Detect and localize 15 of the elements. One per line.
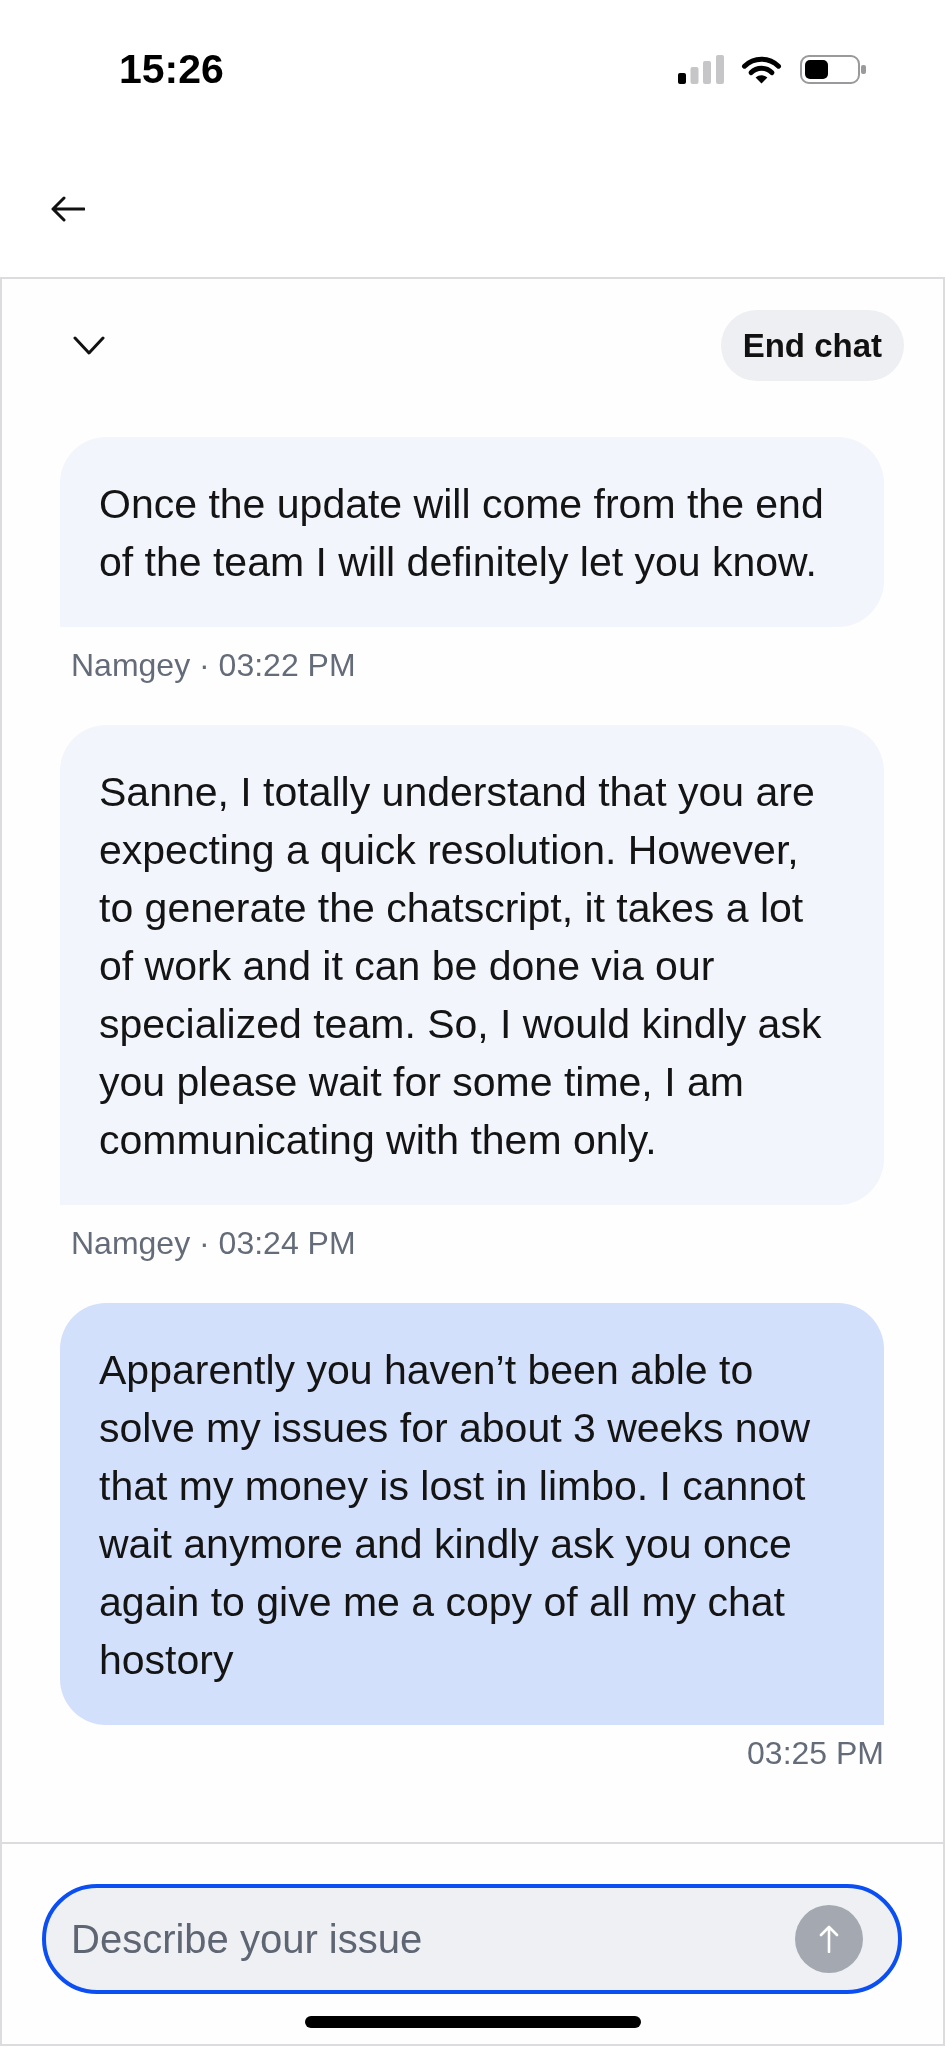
message-timestamp: Namgey · 03:24 PM <box>70 1224 356 1263</box>
wifi-icon <box>741 54 782 84</box>
chevron-down-icon[interactable] <box>73 336 105 355</box>
message-timestamp: 03:25 PM <box>747 1734 884 1773</box>
end-chat-button[interactable]: End chat <box>720 310 904 381</box>
back-arrow-icon[interactable] <box>50 196 85 222</box>
signal-icon <box>678 54 724 84</box>
message-input[interactable]: Describe your issue <box>42 1884 902 1994</box>
status-time: 15:26 <box>119 48 224 90</box>
received-message-bubble: Once the update will come from the end of the team I will definitely let you know. <box>60 437 884 627</box>
arrow-up-icon <box>819 1925 839 1953</box>
received-message-bubble: Sanne, I totally understand that you are expecting a quick resolution. However, to generate the chatscript, it takes a lot of work and it can be done via our specialized team. So, I would kindly ask you please wait for some time, I am communicating with them only. <box>60 725 884 1205</box>
message-timestamp: Namgey · 03:22 PM <box>70 646 356 685</box>
battery-icon <box>800 54 866 84</box>
sent-message-bubble: Apparently you haven’t been able to solve my issues for about 3 weeks now that my money is lost in limbo. I cannot wait anymore and kindly ask you once again to give me a copy of all my chat hostory <box>60 1303 884 1725</box>
